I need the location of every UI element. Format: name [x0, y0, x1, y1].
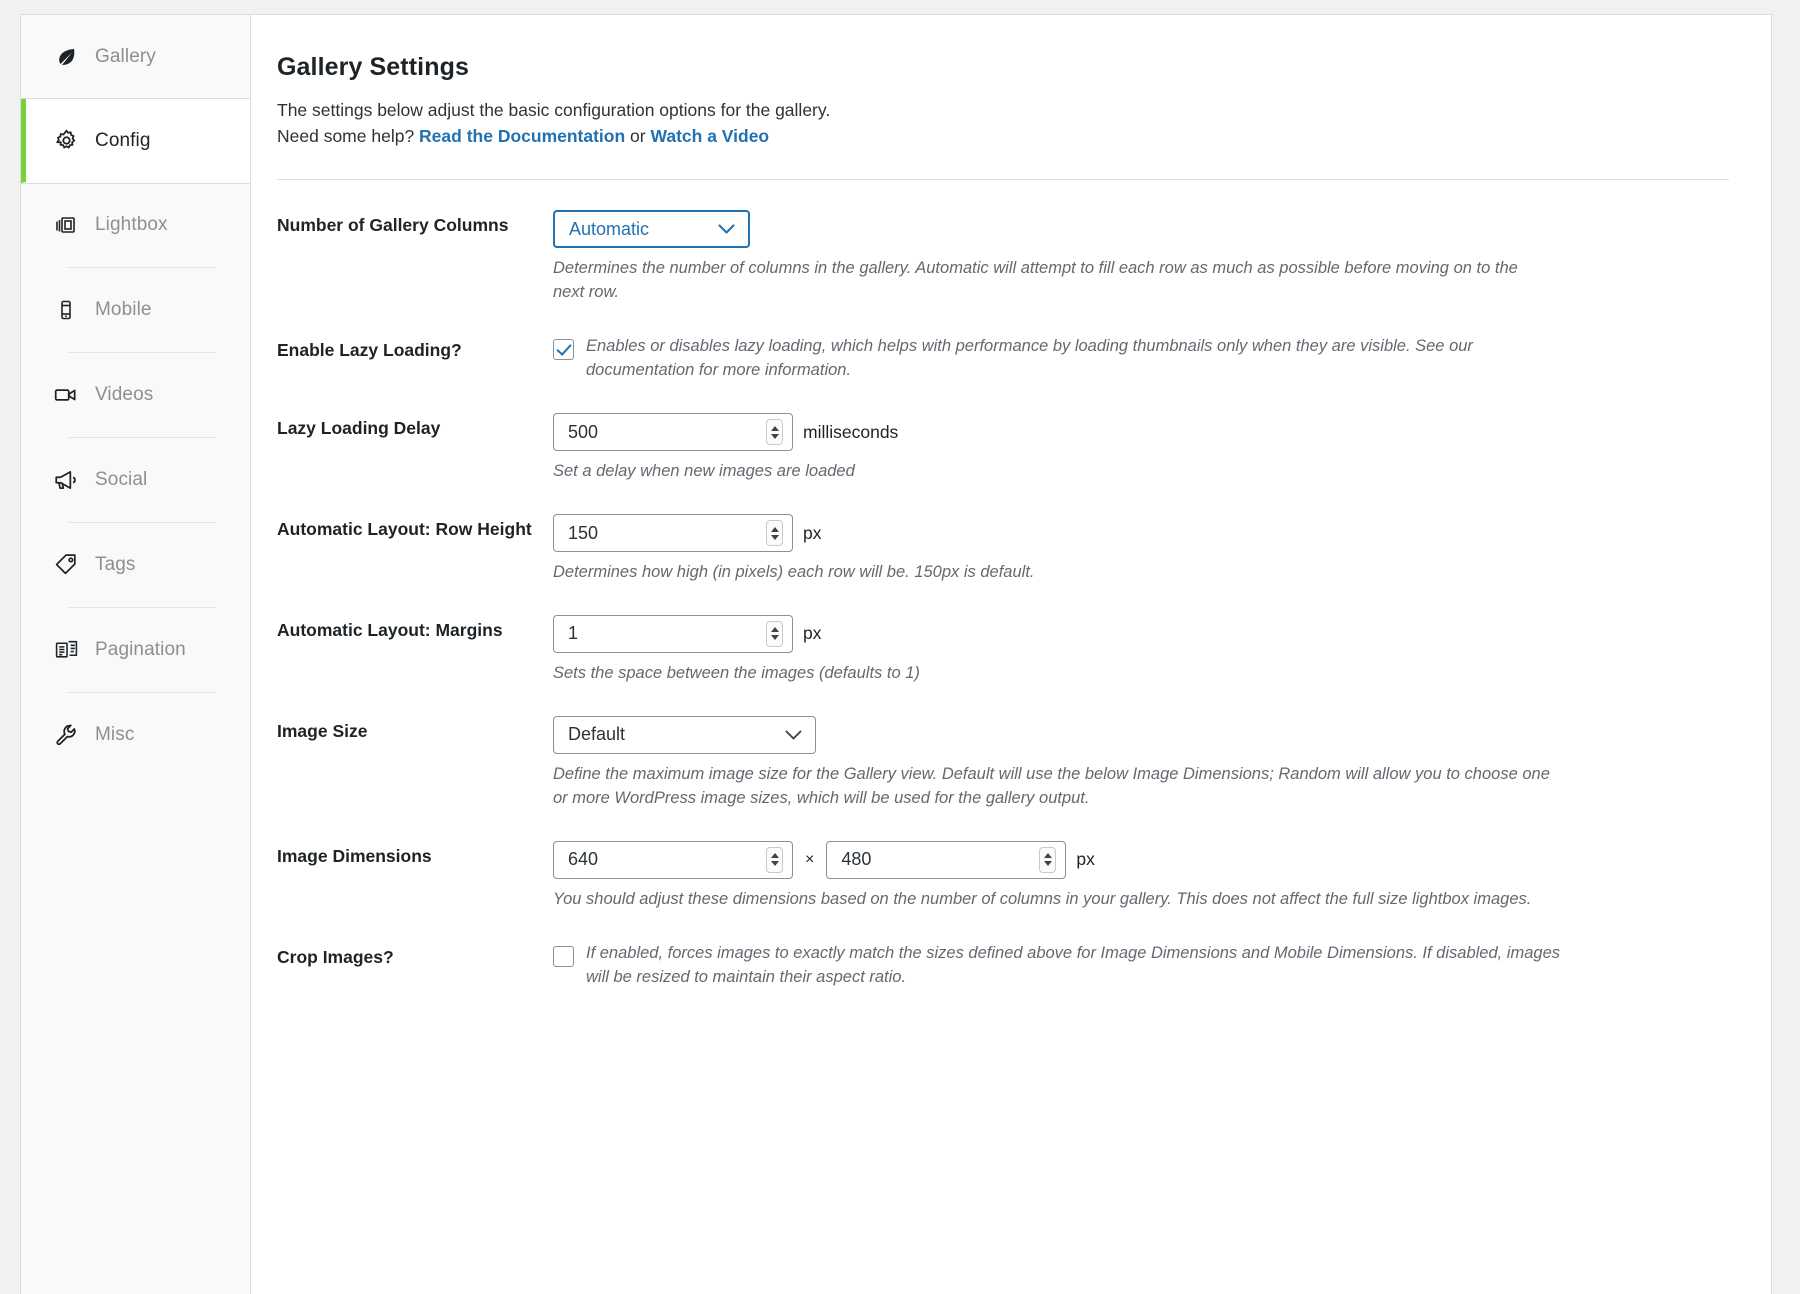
video-icon — [53, 382, 79, 408]
chevron-down-icon — [785, 724, 802, 745]
sidebar-item-lightbox[interactable]: Lightbox — [21, 183, 250, 267]
margins-label: Automatic Layout: Margins — [277, 619, 503, 640]
lazy-delay-description: Set a delay when new images are loaded — [553, 462, 855, 481]
settings-main: Gallery Settings The settings below adju… — [251, 15, 1771, 1294]
image-dimensions-unit: px — [1076, 849, 1095, 870]
lazy-delay-value: 500 — [568, 421, 599, 442]
lazy-loading-checkbox[interactable] — [553, 339, 574, 361]
image-size-description: Define the maximum image size for the Ga… — [553, 764, 1550, 807]
setting-row-image-dimensions: Image Dimensions 640 × 480 px You should… — [277, 811, 1731, 912]
margins-unit: px — [803, 623, 822, 644]
help-prefix: Need some help? — [277, 125, 420, 146]
lazy-delay-input[interactable]: 500 — [553, 413, 793, 452]
margins-stepper[interactable] — [766, 620, 783, 647]
crop-images-label: Crop Images? — [277, 946, 394, 967]
columns-description: Determines the number of columns in the … — [553, 259, 1518, 302]
margins-input[interactable]: 1 — [553, 614, 793, 653]
sidebar-item-label: Config — [95, 129, 151, 151]
sidebar-item-pagination[interactable]: Pagination — [21, 608, 250, 692]
row-height-unit: px — [803, 522, 822, 543]
margins-description: Sets the space between the images (defau… — [553, 663, 920, 682]
row-height-description: Determines how high (in pixels) each row… — [553, 563, 1035, 582]
lazy-delay-stepper[interactable] — [766, 419, 783, 446]
sidebar-item-label: Lightbox — [95, 213, 168, 235]
sidebar-item-label: Videos — [95, 383, 154, 405]
sidebar-item-config[interactable]: Config — [21, 99, 250, 183]
setting-row-lazy-loading: Enable Lazy Loading? Enables or disables… — [277, 305, 1731, 383]
sidebar-item-label: Pagination — [95, 638, 186, 660]
setting-row-image-size: Image Size Default Define the maximum im… — [277, 686, 1731, 811]
row-height-stepper[interactable] — [766, 520, 783, 547]
page-description: The settings below adjust the basic conf… — [277, 98, 1731, 149]
setting-row-crop-images: Crop Images? If enabled, forces images t… — [277, 912, 1731, 990]
page-description-line1: The settings below adjust the basic conf… — [277, 100, 831, 120]
margins-value: 1 — [568, 623, 579, 644]
dimensions-separator: × — [805, 850, 815, 868]
sidebar-item-label: Misc — [95, 723, 135, 745]
megaphone-icon — [53, 467, 79, 493]
sidebar-item-social[interactable]: Social — [21, 438, 250, 522]
image-height-stepper[interactable] — [1039, 846, 1057, 873]
setting-row-row-height: Automatic Layout: Row Height 150 px Dete… — [277, 484, 1731, 585]
lazy-delay-label: Lazy Loading Delay — [277, 418, 441, 439]
columns-label: Number of Gallery Columns — [277, 215, 509, 236]
lazy-loading-description: Enables or disables lazy loading, which … — [586, 337, 1473, 380]
lazy-loading-label: Enable Lazy Loading? — [277, 340, 462, 361]
mobile-icon — [53, 297, 79, 323]
row-height-label: Automatic Layout: Row Height — [277, 519, 532, 540]
setting-row-lazy-delay: Lazy Loading Delay 500 milliseconds Set … — [277, 383, 1731, 484]
sidebar-item-label: Gallery — [95, 45, 156, 67]
watch-video-link[interactable]: Watch a Video — [650, 126, 769, 146]
image-height-input[interactable]: 480 — [826, 840, 1067, 879]
app-root: Gallery Config Lightbox Mobile Videos So… — [0, 0, 1800, 1294]
columns-select[interactable]: Automatic — [553, 210, 750, 249]
crop-images-description: If enabled, forces images to exactly mat… — [586, 943, 1560, 986]
image-width-value: 640 — [568, 849, 599, 870]
image-width-input[interactable]: 640 — [553, 840, 793, 879]
sidebar-item-videos[interactable]: Videos — [21, 353, 250, 437]
row-height-value: 150 — [568, 522, 599, 543]
image-dimensions-label: Image Dimensions — [277, 845, 432, 866]
settings-sidebar: Gallery Config Lightbox Mobile Videos So… — [21, 15, 251, 1294]
settings-panel: Gallery Config Lightbox Mobile Videos So… — [20, 14, 1772, 1294]
gear-icon — [53, 128, 79, 154]
chevron-down-icon — [718, 219, 735, 240]
setting-row-columns: Number of Gallery Columns Automatic Dete… — [277, 180, 1731, 305]
sidebar-item-misc[interactable]: Misc — [21, 693, 250, 777]
crop-images-checkbox[interactable] — [553, 945, 574, 967]
leaf-icon — [53, 44, 79, 70]
lazy-delay-unit: milliseconds — [803, 421, 899, 442]
page-title: Gallery Settings — [277, 53, 469, 81]
image-dimensions-description: You should adjust these dimensions based… — [553, 889, 1532, 908]
image-size-label: Image Size — [277, 720, 368, 741]
sidebar-item-gallery[interactable]: Gallery — [21, 15, 250, 99]
sidebar-item-mobile[interactable]: Mobile — [21, 268, 250, 352]
columns-select-value: Automatic — [569, 218, 650, 239]
sidebar-item-tags[interactable]: Tags — [21, 523, 250, 607]
sidebar-item-label: Tags — [95, 553, 136, 575]
sidebar-item-label: Mobile — [95, 298, 152, 320]
sidebar-item-label: Social — [95, 468, 148, 490]
tag-icon — [53, 552, 79, 578]
image-width-stepper[interactable] — [766, 846, 783, 873]
image-size-select-value: Default — [568, 724, 626, 745]
pagination-icon — [53, 637, 79, 663]
row-height-input[interactable]: 150 — [553, 514, 793, 553]
image-size-select[interactable]: Default — [553, 715, 816, 754]
image-height-value: 480 — [841, 849, 872, 870]
help-between: or — [625, 125, 651, 146]
setting-row-margins: Automatic Layout: Margins 1 px Sets the … — [277, 585, 1731, 686]
wrench-icon — [53, 722, 79, 748]
layers-icon — [53, 212, 79, 238]
read-documentation-link[interactable]: Read the Documentation — [419, 126, 625, 146]
